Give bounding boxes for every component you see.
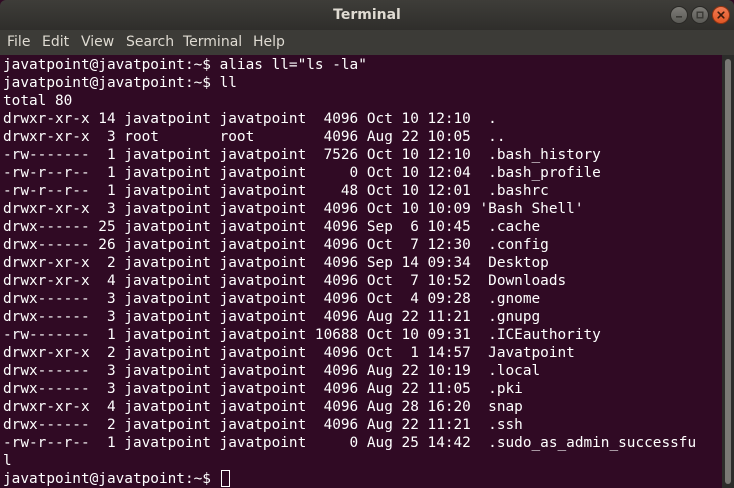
- terminal-line: drwx------ 3 javatpoint javatpoint 4096 …: [3, 381, 523, 397]
- terminal-prompt-line[interactable]: javatpoint@javatpoint:~$: [3, 470, 230, 488]
- terminal-scrollbar[interactable]: [722, 55, 734, 488]
- close-button[interactable]: [712, 6, 730, 24]
- menu-help[interactable]: Help: [253, 30, 285, 55]
- text-cursor: [220, 470, 230, 487]
- terminal-line: -rw-r--r-- 1 javatpoint javatpoint 0 Aug…: [3, 435, 697, 451]
- minimize-icon: [676, 16, 682, 18]
- terminal-line: drwxr-xr-x 2 javatpoint javatpoint 4096 …: [3, 255, 549, 271]
- menu-file[interactable]: File: [7, 30, 30, 55]
- terminal-line: drwxr-xr-x 4 javatpoint javatpoint 4096 …: [3, 399, 523, 415]
- menu-view[interactable]: View: [81, 30, 114, 55]
- title-bar[interactable]: Terminal: [0, 0, 734, 30]
- terminal-line: drwxr-xr-x 3 javatpoint javatpoint 4096 …: [3, 201, 584, 217]
- maximize-icon: [696, 11, 704, 19]
- terminal-line: -rw-r--r-- 1 javatpoint javatpoint 48 Oc…: [3, 183, 549, 199]
- terminal-line: -rw------- 1 javatpoint javatpoint 10688…: [3, 327, 601, 343]
- window-title: Terminal: [333, 7, 401, 23]
- terminal-line: javatpoint@javatpoint:~$ ll: [3, 75, 237, 91]
- close-icon: [717, 11, 725, 19]
- terminal-line: drwx------ 25 javatpoint javatpoint 4096…: [3, 219, 541, 235]
- terminal-window: Terminal File Edit View Search Terminal …: [0, 0, 734, 488]
- terminal-line: drwx------ 3 javatpoint javatpoint 4096 …: [3, 291, 541, 307]
- terminal-line: drwxr-xr-x 2 javatpoint javatpoint 4096 …: [3, 345, 575, 361]
- terminal-line: drwx------ 3 javatpoint javatpoint 4096 …: [3, 309, 541, 325]
- menu-edit[interactable]: Edit: [42, 30, 69, 55]
- terminal-line: drwxr-xr-x 14 javatpoint javatpoint 4096…: [3, 111, 497, 127]
- menu-terminal[interactable]: Terminal: [183, 30, 242, 55]
- terminal-line: drwx------ 26 javatpoint javatpoint 4096…: [3, 237, 549, 253]
- terminal-line: drwx------ 2 javatpoint javatpoint 4096 …: [3, 417, 523, 433]
- terminal-line: javatpoint@javatpoint:~$ alias ll="ls -l…: [3, 57, 367, 73]
- scrollbar-thumb[interactable]: [725, 59, 731, 484]
- maximize-button[interactable]: [691, 6, 709, 24]
- terminal-line: drwx------ 3 javatpoint javatpoint 4096 …: [3, 363, 541, 379]
- terminal-line: l: [3, 453, 12, 469]
- terminal-line: -rw-r--r-- 1 javatpoint javatpoint 0 Oct…: [3, 165, 601, 181]
- terminal-line: drwxr-xr-x 4 javatpoint javatpoint 4096 …: [3, 273, 567, 289]
- terminal-line: drwxr-xr-x 3 root root 4096 Aug 22 10:05…: [3, 129, 506, 145]
- menu-search[interactable]: Search: [126, 30, 174, 55]
- terminal-line: total 80: [3, 93, 73, 109]
- menu-bar: File Edit View Search Terminal Help: [0, 30, 734, 55]
- minimize-button[interactable]: [670, 6, 688, 24]
- terminal-prompt: javatpoint@javatpoint:~$: [3, 471, 220, 487]
- terminal-line: -rw------- 1 javatpoint javatpoint 7526 …: [3, 147, 601, 163]
- terminal-output[interactable]: javatpoint@javatpoint:~$ alias ll="ls -l…: [0, 55, 722, 488]
